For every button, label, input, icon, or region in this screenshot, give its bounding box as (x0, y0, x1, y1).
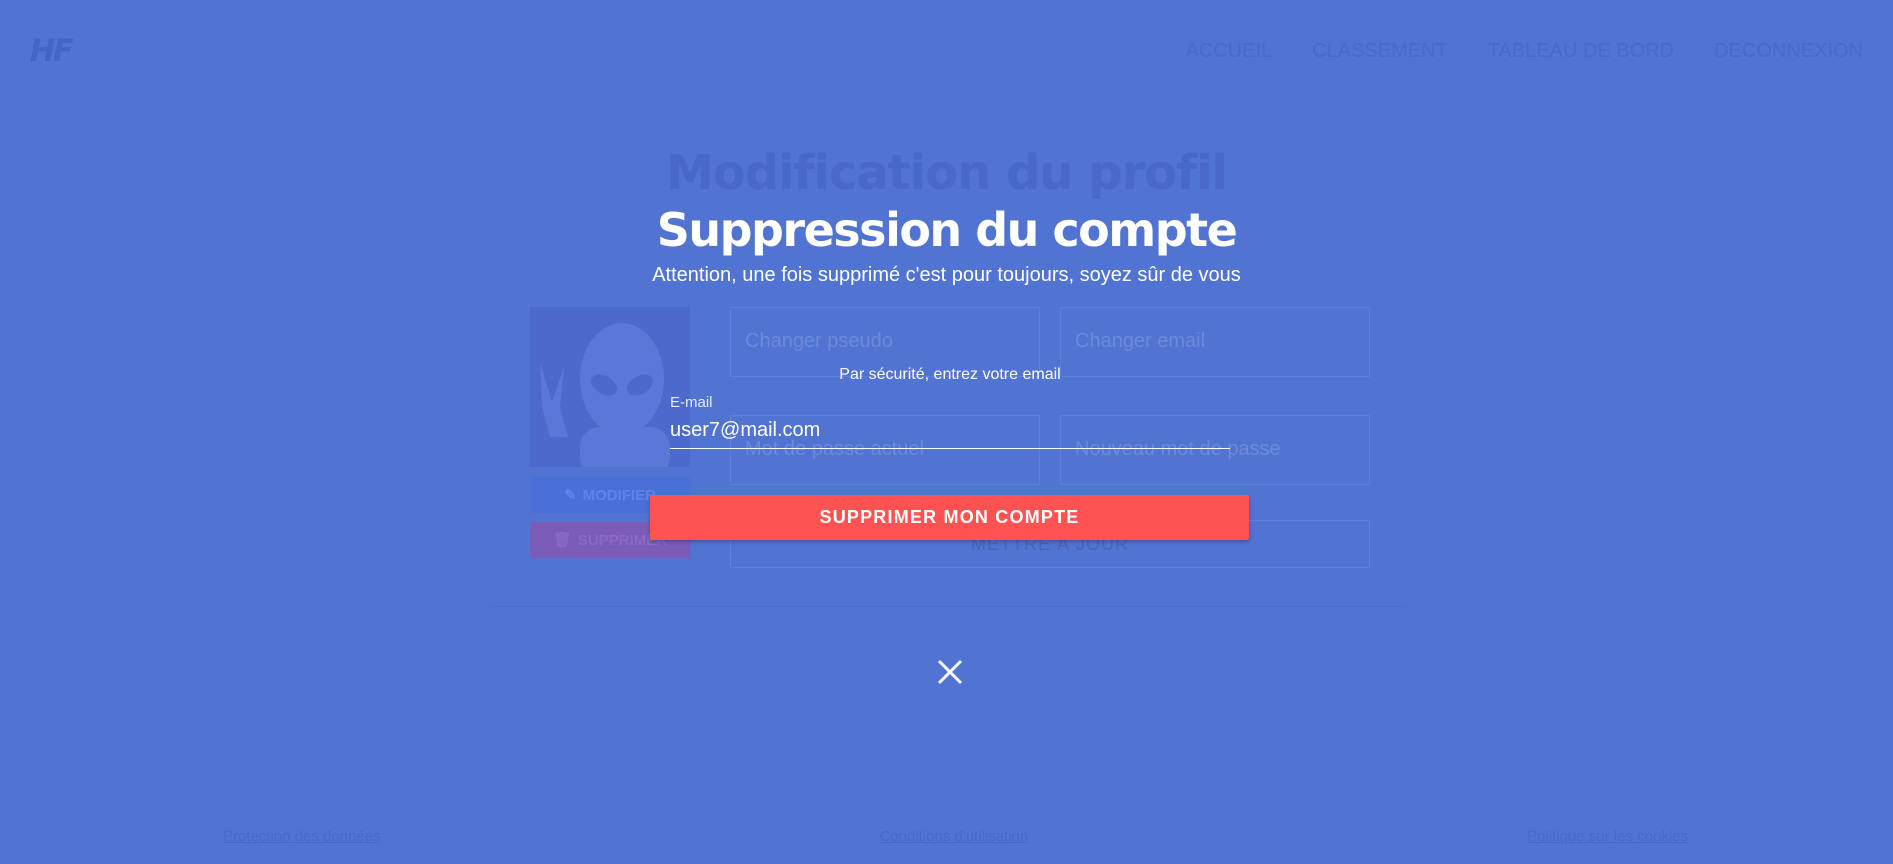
email-input[interactable] (670, 413, 1230, 449)
delete-account-modal: Suppression du compte Attention, une foi… (0, 0, 1893, 864)
close-modal-button[interactable] (933, 655, 967, 689)
modal-subtitle: Attention, une fois supprimé c'est pour … (652, 264, 1241, 286)
close-icon (937, 659, 963, 685)
modal-title: Suppression du compte (656, 203, 1238, 257)
security-text: Par sécurité, entrez votre email (839, 366, 1061, 383)
delete-account-button[interactable]: SUPPRIMER MON COMPTE (650, 495, 1249, 540)
email-label: E-mail (670, 394, 713, 411)
